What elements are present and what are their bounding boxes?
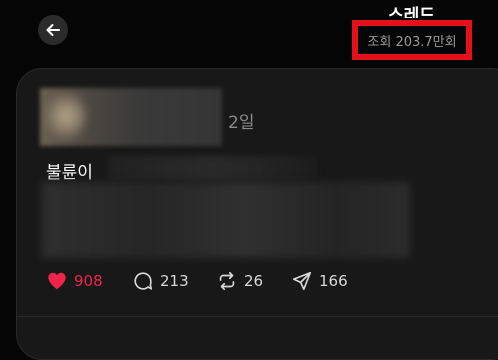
view-count-label: 조회 203.7만회	[367, 34, 457, 50]
repost-count: 26	[244, 272, 264, 290]
post-time: 2일	[228, 113, 255, 133]
back-arrow-icon	[44, 21, 62, 39]
share-count: 166	[319, 272, 348, 290]
share-icon	[291, 270, 313, 292]
blurred-author-info	[40, 88, 222, 146]
blurred-post-content	[42, 182, 410, 258]
view-count-badge: 조회 203.7만회	[352, 20, 472, 60]
page-title: 스레드	[388, 6, 435, 18]
heart-icon	[46, 270, 68, 292]
divider	[16, 316, 498, 317]
like-button[interactable]: 908	[46, 268, 103, 294]
comment-icon	[132, 270, 154, 292]
post-text-start: 불륜이	[46, 163, 93, 183]
share-button[interactable]: 166	[291, 268, 348, 294]
repost-icon	[216, 270, 238, 292]
comment-count: 213	[160, 272, 189, 290]
back-button[interactable]	[38, 15, 68, 45]
repost-button[interactable]: 26	[216, 268, 263, 294]
blurred-text	[108, 156, 318, 180]
like-count: 908	[74, 272, 103, 290]
comment-button[interactable]: 213	[132, 268, 189, 294]
